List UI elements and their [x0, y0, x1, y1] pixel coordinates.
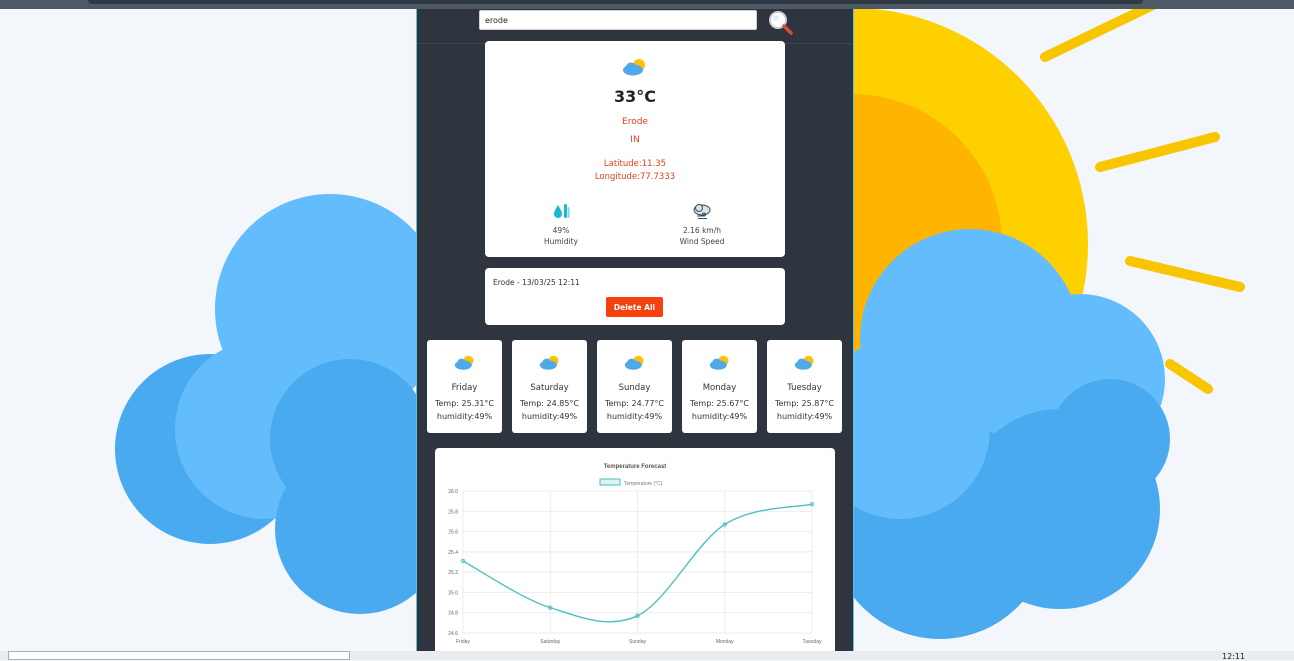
search-icon[interactable]	[767, 9, 795, 37]
partly-cloudy-icon	[454, 355, 474, 370]
data-point	[635, 613, 640, 618]
forecast-humidity: humidity:49%	[691, 412, 748, 421]
partly-cloudy-icon	[794, 355, 814, 370]
partly-cloudy-icon	[539, 355, 559, 370]
wind-label: Wind Speed	[679, 237, 725, 246]
current-temperature: 33°C	[613, 87, 656, 106]
x-tick-label: Monday	[716, 639, 734, 645]
weather-app-panel: 33°C Erode IN Latitude:11.35 Longitude:7…	[416, 9, 854, 651]
city-search-input[interactable]	[479, 10, 757, 30]
chart-title: Temperature Forecast	[604, 464, 667, 470]
y-tick-label: 24.6	[448, 631, 458, 637]
forecast-humidity: humidity:49%	[776, 412, 833, 421]
data-point	[809, 501, 815, 507]
humidity-value: 49%	[552, 226, 570, 235]
temperature-chart-card: Temperature Forecast Temperature (°C) 24.6…	[435, 448, 835, 651]
taskbar-search-box[interactable]	[8, 651, 350, 660]
search-bar	[417, 9, 853, 44]
legend-swatch	[599, 478, 621, 486]
forecast-temp: Temp: 24.77°C	[604, 399, 665, 408]
forecast-temp: Temp: 25.87°C	[774, 399, 835, 408]
taskbar: 12:11	[0, 651, 1294, 661]
y-tick-label: 25.4	[448, 550, 458, 556]
humidity-drop-icon	[554, 204, 570, 218]
y-tick-label: 26.0	[448, 489, 458, 495]
delete-all-button[interactable]: Delete All	[606, 297, 663, 317]
browser-top-strip	[88, 0, 1143, 4]
forecast-humidity: humidity:49%	[436, 412, 493, 421]
forecast-day: Tuesday	[787, 383, 822, 393]
latitude: Latitude:11.35	[603, 159, 667, 169]
partly-cloudy-icon	[623, 59, 645, 76]
y-tick-label: 25.0	[448, 590, 458, 596]
partly-cloudy-icon	[709, 355, 729, 370]
wind-cloud-icon	[693, 204, 711, 219]
forecast-day: Saturday	[530, 383, 569, 393]
x-tick-label: Sunday	[629, 639, 646, 645]
wind-stat: 2.16 km/h Wind Speed	[652, 201, 752, 247]
forecast-card-friday: Friday Temp: 25.31°C humidity:49%	[427, 340, 502, 433]
city-name: Erode	[622, 117, 648, 127]
legend-label: Temperature (°C)	[624, 481, 663, 487]
forecast-day: Monday	[702, 383, 737, 393]
humidity-label: Humidity	[543, 237, 578, 246]
y-tick-label: 25.6	[448, 530, 458, 536]
forecast-temp: Temp: 24.85°C	[519, 399, 580, 408]
forecast-card-tuesday: Tuesday Temp: 25.87°C humidity:49%	[767, 340, 842, 433]
browser-top-bar	[0, 0, 1294, 9]
country-code: IN	[630, 135, 640, 145]
forecast-day: Friday	[451, 383, 478, 393]
y-tick-label: 25.2	[448, 570, 458, 576]
data-point	[548, 605, 553, 610]
forecast-temp: Temp: 25.31°C	[434, 399, 495, 408]
wind-value: 2.16 km/h	[682, 226, 721, 235]
longitude: Longitude:77.7333	[594, 172, 676, 182]
y-tick-label: 24.8	[448, 611, 458, 617]
forecast-card-monday: Monday Temp: 25.67°C humidity:49%	[682, 340, 757, 433]
forecast-humidity: humidity:49%	[521, 412, 578, 421]
x-tick-label: Friday	[456, 639, 470, 645]
forecast-card-saturday: Saturday Temp: 24.85°C humidity:49%	[512, 340, 587, 433]
forecast-day: Sunday	[618, 383, 651, 393]
humidity-stat: 49% Humidity	[511, 201, 611, 247]
forecast-humidity: humidity:49%	[606, 412, 663, 421]
y-tick-label: 25.8	[448, 509, 458, 515]
data-point	[722, 522, 727, 527]
current-weather-card: 33°C Erode IN Latitude:11.35 Longitude:7…	[485, 41, 785, 257]
forecast-card-sunday: Sunday Temp: 24.77°C humidity:49%	[597, 340, 672, 433]
temperature-chart: Temperature Forecast Temperature (°C) 24.6…	[448, 464, 822, 645]
history-entry[interactable]: Erode - 13/03/25 12:11	[493, 278, 580, 287]
x-tick-label: Saturday	[540, 639, 561, 645]
partly-cloudy-icon	[624, 355, 644, 370]
x-tick-label: Tuesday	[803, 639, 822, 645]
search-history-card: Erode - 13/03/25 12:11 Delete All	[485, 268, 785, 325]
data-point	[460, 558, 466, 564]
forecast-temp: Temp: 25.67°C	[689, 399, 750, 408]
